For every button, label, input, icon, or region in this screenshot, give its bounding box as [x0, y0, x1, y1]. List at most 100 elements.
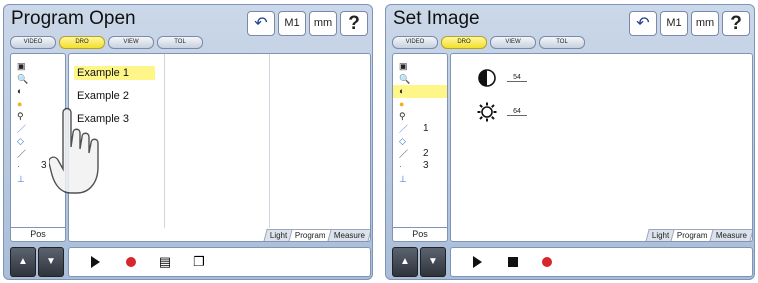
tab-measure[interactable]: Measure [327, 229, 370, 241]
point-icon: · [17, 161, 20, 171]
line-feature-icon: ／ [17, 148, 27, 159]
help-button[interactable]: ? [340, 11, 368, 36]
axis-icon: ⊥ [399, 173, 407, 184]
feature-count: 3 [423, 160, 429, 171]
line-icon: ／ [17, 123, 27, 134]
play-icon [472, 256, 482, 268]
feature-count: 1 [423, 122, 429, 134]
top-buttons: ↶ M1 mm ? [629, 11, 750, 36]
contrast-icon [478, 69, 496, 87]
brightness-setting[interactable]: 64 [477, 102, 527, 122]
action-bar: ▤ ❐ [68, 247, 371, 277]
edit-button[interactable]: ▤ [157, 254, 173, 270]
play-button[interactable] [469, 254, 485, 270]
units-button[interactable]: mm [309, 11, 337, 36]
tool-row[interactable]: ◐ [11, 85, 65, 98]
column-divider [164, 54, 165, 228]
axis-icon: ⊥ [17, 173, 25, 184]
tab-dro[interactable]: DRO [441, 36, 487, 49]
help-button[interactable]: ? [722, 11, 750, 36]
mode-tabs: VIDEO DRO VIEW TOL [392, 36, 585, 49]
m1-button[interactable]: M1 [278, 11, 306, 36]
tab-measure[interactable]: Measure [709, 229, 752, 241]
program-list-area: Example 1 Example 2 Example 3 Light Prog… [68, 53, 371, 242]
tab-video[interactable]: VIDEO [392, 36, 438, 49]
tab-tol[interactable]: TOL [157, 36, 203, 49]
edit-icon: ▤ [158, 254, 172, 269]
tab-view[interactable]: VIEW [490, 36, 536, 49]
tool-row[interactable]: ▣ [11, 60, 65, 73]
probe-icon: ⚲ [399, 111, 406, 121]
tool-row[interactable]: ／ 2 [393, 148, 447, 161]
undo-button[interactable]: ↶ [247, 11, 275, 36]
tab-program[interactable]: Program [670, 229, 715, 241]
tool-row[interactable]: ◇ [393, 135, 447, 148]
tool-row[interactable]: 🔍 [393, 73, 447, 86]
scroll-up-button[interactable]: ▲ [392, 247, 418, 277]
stop-icon [508, 257, 518, 267]
units-button[interactable]: mm [691, 11, 719, 36]
record-button[interactable] [539, 254, 555, 270]
scroll-up-button[interactable]: ▲ [10, 247, 36, 277]
tab-program[interactable]: Program [288, 229, 333, 241]
tab-tol[interactable]: TOL [539, 36, 585, 49]
brightness-value[interactable]: 64 [507, 108, 527, 116]
tool-row[interactable]: ／ 1 [393, 123, 447, 136]
panel-title: Program Open [11, 8, 136, 29]
scroll-down-button[interactable]: ▼ [38, 247, 64, 277]
tool-column: ▣ 🔍 ◐ ● ⚲ ／ 1 ◇ ／ 2 · 3 ⊥ Pos [392, 53, 448, 242]
tool-row[interactable]: · 3 [393, 160, 447, 173]
tab-view[interactable]: VIEW [108, 36, 154, 49]
zoom-frame-icon: ▣ [17, 61, 26, 71]
scroll-buttons: ▲ ▼ [10, 247, 64, 277]
undo-button[interactable]: ↶ [629, 11, 657, 36]
play-button[interactable] [87, 254, 103, 270]
feature-count: 2 [423, 147, 429, 159]
top-buttons: ↶ M1 mm ? [247, 11, 368, 36]
magnifier-icon: 🔍 [399, 73, 411, 84]
magnifier-icon: 🔍 [17, 73, 29, 84]
set-image-panel: Set Image VIDEO DRO VIEW TOL ↶ M1 mm ? ▣… [385, 4, 755, 280]
tool-row-selected[interactable]: ◐ [393, 85, 447, 98]
pointing-hand-icon [49, 107, 99, 194]
copy-button[interactable]: ❐ [191, 254, 207, 270]
program-item-example-1[interactable]: Example 1 [74, 66, 155, 80]
contrast-icon: ◐ [17, 86, 23, 96]
probe-icon: ⚲ [17, 111, 24, 121]
panel-title: Set Image [393, 8, 480, 29]
tab-video[interactable]: VIDEO [10, 36, 56, 49]
contrast-value[interactable]: 54 [507, 74, 527, 82]
contrast-setting[interactable]: 54 [477, 68, 527, 88]
pos-label[interactable]: Pos [393, 227, 447, 241]
light-icon: ● [17, 98, 23, 109]
brightness-icon [477, 102, 497, 122]
record-button[interactable] [123, 254, 139, 270]
record-icon [126, 257, 136, 267]
bottom-tabs: Light Program Measure [263, 229, 370, 241]
tool-row[interactable]: ● [393, 98, 447, 111]
bottom-tabs: Light Program Measure [645, 229, 752, 241]
light-icon: ● [399, 98, 405, 109]
stop-button[interactable] [505, 254, 521, 270]
line-icon: ／ [399, 123, 409, 134]
feature-count: 3 [41, 160, 47, 171]
action-bar [450, 247, 753, 277]
tab-dro[interactable]: DRO [59, 36, 105, 49]
mode-tabs: VIDEO DRO VIEW TOL [10, 36, 203, 49]
tool-row[interactable]: 🔍 [11, 73, 65, 86]
tool-row[interactable]: ⚲ [393, 110, 447, 123]
image-settings-area: 54 64 Light Program Measure [450, 53, 753, 242]
program-item-example-2[interactable]: Example 2 [74, 89, 155, 103]
play-icon [90, 256, 100, 268]
scroll-down-button[interactable]: ▼ [420, 247, 446, 277]
point-icon: · [399, 161, 402, 171]
circle-feature-icon: ◇ [399, 136, 406, 146]
tool-row[interactable]: ⊥ [393, 173, 447, 186]
pos-label[interactable]: Pos [11, 227, 65, 241]
copy-icon: ❐ [193, 254, 205, 269]
record-icon [542, 257, 552, 267]
program-open-panel: Program Open VIDEO DRO VIEW TOL ↶ M1 mm … [3, 4, 373, 280]
column-divider [269, 54, 270, 228]
m1-button[interactable]: M1 [660, 11, 688, 36]
tool-row[interactable]: ▣ [393, 60, 447, 73]
